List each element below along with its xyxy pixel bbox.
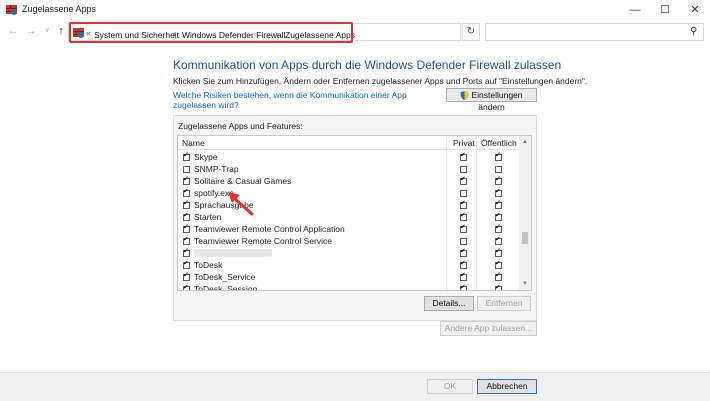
public-network-checkbox[interactable] bbox=[495, 235, 502, 245]
list-scrollbar[interactable]: ▲ ▼ bbox=[519, 136, 531, 290]
public-network-checkbox[interactable] bbox=[495, 247, 502, 257]
search-icon[interactable]: ⚲ bbox=[690, 26, 697, 37]
app-name: Starten bbox=[194, 212, 222, 222]
column-header-private[interactable]: Privat bbox=[453, 138, 475, 148]
refresh-icon[interactable]: ↻ bbox=[462, 23, 480, 41]
up-arrow-icon[interactable]: ↑ bbox=[54, 24, 68, 38]
list-item[interactable]: Skype bbox=[178, 151, 519, 163]
private-network-checkbox[interactable] bbox=[460, 238, 467, 245]
private-network-checkbox[interactable] bbox=[460, 190, 467, 197]
private-network-checkbox[interactable] bbox=[460, 211, 467, 221]
private-network-checkbox[interactable] bbox=[460, 247, 467, 257]
firewall-app-icon bbox=[6, 5, 17, 15]
app-enabled-checkbox[interactable] bbox=[183, 247, 190, 257]
public-network-checkbox[interactable] bbox=[495, 223, 502, 233]
app-name: Teamviewer Remote Control Application bbox=[194, 224, 345, 234]
remove-button[interactable]: Entfernen bbox=[477, 296, 531, 311]
app-enabled-checkbox[interactable] bbox=[183, 211, 190, 221]
maximize-icon[interactable]: ☐ bbox=[650, 0, 680, 20]
title-bar: Zugelassene Apps — ☐ ✕ bbox=[0, 0, 710, 20]
list-item[interactable]: ToDesk_Session bbox=[178, 283, 519, 291]
page-heading: Kommunikation von Apps durch die Windows… bbox=[173, 58, 562, 72]
details-button[interactable]: Details... bbox=[424, 296, 474, 311]
app-enabled-checkbox[interactable] bbox=[183, 151, 190, 161]
public-network-checkbox[interactable] bbox=[495, 187, 502, 197]
app-enabled-checkbox[interactable] bbox=[183, 175, 190, 185]
list-item[interactable]: Teamviewer Remote Control Application bbox=[178, 223, 519, 235]
list-item[interactable]: Solitaire & Casual Games bbox=[178, 175, 519, 187]
app-enabled-checkbox[interactable] bbox=[183, 271, 190, 281]
app-enabled-checkbox[interactable] bbox=[183, 223, 190, 233]
list-item[interactable]: Teamviewer Remote Control Service bbox=[178, 235, 519, 247]
public-network-checkbox[interactable] bbox=[495, 283, 502, 290]
list-item[interactable]: ToDesk bbox=[178, 259, 519, 271]
app-name: ToDesk_Session bbox=[194, 284, 258, 291]
address-highlight-annotation bbox=[69, 22, 353, 43]
app-name: ToDesk bbox=[194, 260, 223, 270]
private-network-checkbox[interactable] bbox=[460, 271, 467, 281]
app-name: Solitaire & Casual Games bbox=[194, 176, 292, 186]
app-name: SNMP-Trap bbox=[194, 164, 239, 174]
app-name: Skype bbox=[194, 152, 218, 162]
list-rows: SkypeSNMP-TrapSolitaire & Casual Gamessp… bbox=[178, 151, 519, 291]
column-header-name[interactable]: Name bbox=[182, 138, 205, 148]
minimize-icon[interactable]: — bbox=[620, 0, 650, 20]
public-network-checkbox[interactable] bbox=[495, 166, 502, 173]
allowed-apps-label: Zugelassene Apps und Features: bbox=[178, 121, 303, 131]
app-enabled-checkbox[interactable] bbox=[183, 259, 190, 269]
private-network-checkbox[interactable] bbox=[460, 199, 467, 209]
list-item[interactable]: SNMP-Trap bbox=[178, 163, 519, 175]
search-input[interactable] bbox=[485, 23, 704, 41]
public-network-checkbox[interactable] bbox=[495, 211, 502, 221]
recent-locations-icon[interactable]: ∨ bbox=[40, 24, 54, 38]
forward-arrow-icon[interactable]: → bbox=[24, 24, 38, 38]
private-network-checkbox[interactable] bbox=[460, 283, 467, 290]
public-network-checkbox[interactable] bbox=[495, 199, 502, 209]
annotation-arrow-icon bbox=[228, 192, 254, 216]
uac-shield-icon bbox=[460, 91, 470, 101]
private-network-checkbox[interactable] bbox=[460, 259, 467, 269]
window-title: Zugelassene Apps bbox=[22, 4, 97, 14]
app-enabled-checkbox[interactable] bbox=[183, 166, 190, 173]
allow-other-app-button[interactable]: Andere App zulassen... bbox=[440, 321, 537, 336]
scroll-up-icon[interactable]: ▲ bbox=[519, 136, 531, 148]
list-item[interactable] bbox=[178, 247, 519, 259]
close-icon[interactable]: ✕ bbox=[680, 0, 710, 20]
app-name: Teamviewer Remote Control Service bbox=[194, 236, 332, 246]
public-network-checkbox[interactable] bbox=[495, 175, 502, 185]
scroll-thumb[interactable] bbox=[522, 232, 528, 244]
private-network-checkbox[interactable] bbox=[460, 175, 467, 185]
page-description: Klicken Sie zum Hinzufügen, Ändern oder … bbox=[173, 76, 588, 86]
list-header: Name Privat Öffentlich bbox=[178, 136, 519, 150]
back-arrow-icon[interactable]: ← bbox=[6, 24, 20, 38]
app-enabled-checkbox[interactable] bbox=[183, 235, 190, 245]
app-enabled-checkbox[interactable] bbox=[183, 199, 190, 209]
dialog-footer: OK Abbrechen bbox=[0, 372, 710, 401]
public-network-checkbox[interactable] bbox=[495, 259, 502, 269]
app-name: ToDesk_Service bbox=[194, 272, 256, 282]
change-settings-label: Einstellungen ändern bbox=[471, 90, 523, 112]
private-network-checkbox[interactable] bbox=[460, 166, 467, 173]
private-network-checkbox[interactable] bbox=[460, 223, 467, 233]
private-network-checkbox[interactable] bbox=[460, 151, 467, 161]
scroll-down-icon[interactable]: ▼ bbox=[519, 278, 531, 290]
public-network-checkbox[interactable] bbox=[495, 151, 502, 161]
public-network-checkbox[interactable] bbox=[495, 271, 502, 281]
change-settings-button[interactable]: Einstellungen ändern bbox=[446, 88, 537, 112]
list-item[interactable]: ToDesk_Service bbox=[178, 271, 519, 283]
cancel-button[interactable]: Abbrechen bbox=[477, 379, 537, 394]
app-enabled-checkbox[interactable] bbox=[183, 187, 190, 197]
risk-info-link[interactable]: Welche Risiken bestehen, wenn die Kommun… bbox=[173, 90, 441, 110]
redacted-app-name bbox=[194, 249, 272, 257]
app-enabled-checkbox[interactable] bbox=[183, 283, 190, 290]
ok-button[interactable]: OK bbox=[427, 379, 473, 394]
column-header-public[interactable]: Öffentlich bbox=[481, 138, 517, 148]
